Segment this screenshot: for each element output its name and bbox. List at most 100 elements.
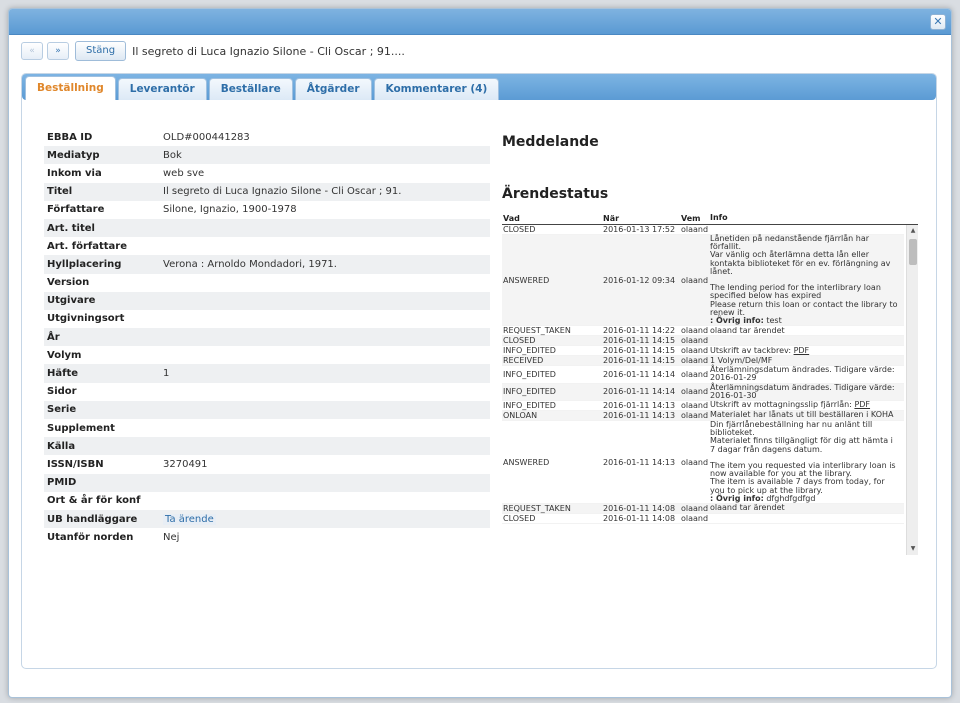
other-info-value: test (763, 316, 782, 326)
field-row: Version (44, 274, 490, 292)
field-value: Ta ärende (160, 509, 490, 529)
close-button[interactable]: Stäng (75, 41, 127, 61)
status-row: ANSWERED 2016-01-12 09:34 olaand Lånetiden … (502, 234, 904, 327)
record-navbar: « » Stäng Il segreto di Luca Ignazio Sil… (21, 41, 405, 61)
field-label: Volym (47, 349, 82, 361)
status-vem: olaand (681, 336, 709, 346)
status-vad: CLOSED (503, 225, 536, 234)
field-row: PMID (44, 473, 490, 492)
status-vem: olaand (681, 514, 709, 524)
field-value: Nej (163, 531, 180, 543)
status-info-text: 1 Volym/Del/MF (710, 355, 773, 365)
field-value (160, 346, 490, 364)
tab-kommentarer[interactable]: Kommentarer (4) (373, 78, 500, 100)
next-record-button[interactable]: » (47, 42, 69, 60)
scroll-up-icon[interactable]: ▲ (909, 227, 917, 235)
status-info: Återlämningsdatum ändrades. Tidigare vär… (710, 366, 904, 383)
pdf-link[interactable]: PDF (794, 346, 810, 355)
field-label: Titel (44, 182, 160, 201)
order-dialog: ✕ « » Stäng Il segreto di Luca Ignazio S… (8, 8, 952, 698)
field-value: Bok (160, 146, 490, 165)
status-row: INFO_EDITED 2016-01-11 14:14 olaand Återläm… (502, 366, 904, 384)
field-value (160, 400, 490, 419)
col-vem: Vem (681, 214, 701, 223)
field-value: Il segreto di Luca Ignazio Silone - Cli … (160, 182, 490, 201)
status-nar: 2016-01-12 09:34 (603, 275, 676, 285)
status-vem: olaand (681, 225, 709, 234)
status-vem: olaand (681, 457, 709, 467)
status-row: REQUEST_TAKEN 2016-01-11 14:22 olaand olaan… (502, 326, 904, 337)
field-label: Art. författare (47, 240, 128, 252)
status-row: CLOSED 2016-01-11 14:08 olaand (502, 514, 904, 525)
field-label: Författare (47, 204, 105, 216)
status-info: Din fjärrlånebeställning har nu anlänt t… (710, 420, 904, 503)
status-nar: 2016-01-11 14:14 (603, 387, 676, 397)
pdf-link[interactable]: PDF (854, 400, 870, 409)
field-value (160, 237, 490, 255)
field-label: ISSN/ISBN (47, 458, 104, 470)
status-vad: REQUEST_TAKEN (503, 326, 571, 336)
field-value (160, 328, 490, 347)
status-row: ANSWERED 2016-01-11 14:13 olaand Din fjärrl… (502, 420, 904, 505)
field-value: OLD#000441283 (163, 131, 250, 143)
field-row: UB handläggare Ta ärende (44, 509, 490, 529)
col-vad: Vad (503, 214, 520, 223)
close-icon[interactable]: ✕ (930, 14, 946, 30)
status-info-text: Utskrift av mottagningsslip fjärrlån: (710, 400, 855, 410)
field-label: År (44, 328, 160, 347)
status-info: Materialet har lånats ut till beställare… (710, 411, 904, 419)
field-row: EBBA ID OLD#000441283 (44, 128, 490, 146)
field-label: Version (47, 277, 90, 289)
status-info-text: Materialet har lånats ut till beställare… (710, 410, 894, 420)
status-table-header: Vad När Vem Info (502, 213, 918, 225)
field-label: Utgivningsort (47, 313, 125, 325)
status-vad: REQUEST_TAKEN (503, 504, 571, 514)
field-row: Häfte 1 (44, 364, 490, 383)
status-row: INFO_EDITED 2016-01-11 14:14 olaand Återläm… (502, 383, 904, 402)
status-scrollbar[interactable]: ▲ ▼ (906, 225, 918, 555)
status-info: olaand tar ärendet (710, 326, 904, 335)
field-row: Källa (44, 437, 490, 456)
field-label: Källa (44, 437, 160, 456)
status-vem: olaand (681, 346, 709, 356)
status-vad: CLOSED (503, 336, 536, 346)
field-label: Mediatyp (44, 146, 160, 165)
field-value (160, 274, 490, 292)
col-nar: När (603, 214, 620, 223)
status-heading: Ärendestatus (502, 186, 609, 202)
status-info: Utskrift av mottagningsslip fjärrlån: PD… (710, 401, 904, 409)
scroll-down-icon[interactable]: ▼ (909, 545, 917, 553)
status-nar: 2016-01-11 14:15 (603, 346, 676, 356)
field-value (160, 218, 490, 238)
field-value: 3270491 (163, 458, 208, 470)
dialog-titlebar: ✕ (9, 9, 951, 35)
status-nar: 2016-01-11 14:15 (603, 336, 676, 346)
status-table: Vad När Vem Info CLOSED 2016-01-13 17:52 o… (502, 213, 918, 555)
status-info: olaand tar ärendet (710, 504, 904, 512)
status-nar: 2016-01-11 14:08 (603, 514, 676, 524)
other-info-label: : Övrig info: (710, 493, 764, 503)
field-row: Författare Silone, Ignazio, 1900-1978 (44, 201, 490, 219)
field-row: Utgivningsort (44, 310, 490, 328)
take-case-link[interactable]: Ta ärende (163, 513, 216, 525)
field-row: Volym (44, 346, 490, 364)
status-info-text: Utskrift av tackbrev: (710, 345, 794, 355)
field-row: Mediatyp Bok (44, 146, 490, 165)
field-row: Inkom via web sve (44, 164, 490, 182)
field-value: web sve (163, 167, 205, 179)
scroll-thumb[interactable] (909, 239, 917, 265)
field-row: Titel Il segreto di Luca Ignazio Silone -… (44, 182, 490, 201)
tab-atgarder[interactable]: Åtgärder (294, 78, 372, 100)
tab-bestallare[interactable]: Beställare (208, 78, 293, 100)
status-vad: ANSWERED (503, 457, 550, 467)
tab-leverantor[interactable]: Leverantör (117, 78, 207, 100)
status-vad: ANSWERED (503, 275, 550, 285)
status-vad: INFO_EDITED (503, 387, 556, 397)
prev-record-button[interactable]: « (21, 42, 43, 60)
field-label: PMID (44, 473, 160, 492)
status-panel: Meddelande Ärendestatus Vad När Vem Info… (502, 128, 920, 555)
status-vad: INFO_EDITED (503, 346, 556, 356)
status-info-text: Lånetiden på nedanstående fjärrlån har f… (710, 234, 898, 317)
tab-bestallning[interactable]: Beställning (25, 76, 116, 100)
field-row: Utanför norden Nej (44, 528, 490, 546)
